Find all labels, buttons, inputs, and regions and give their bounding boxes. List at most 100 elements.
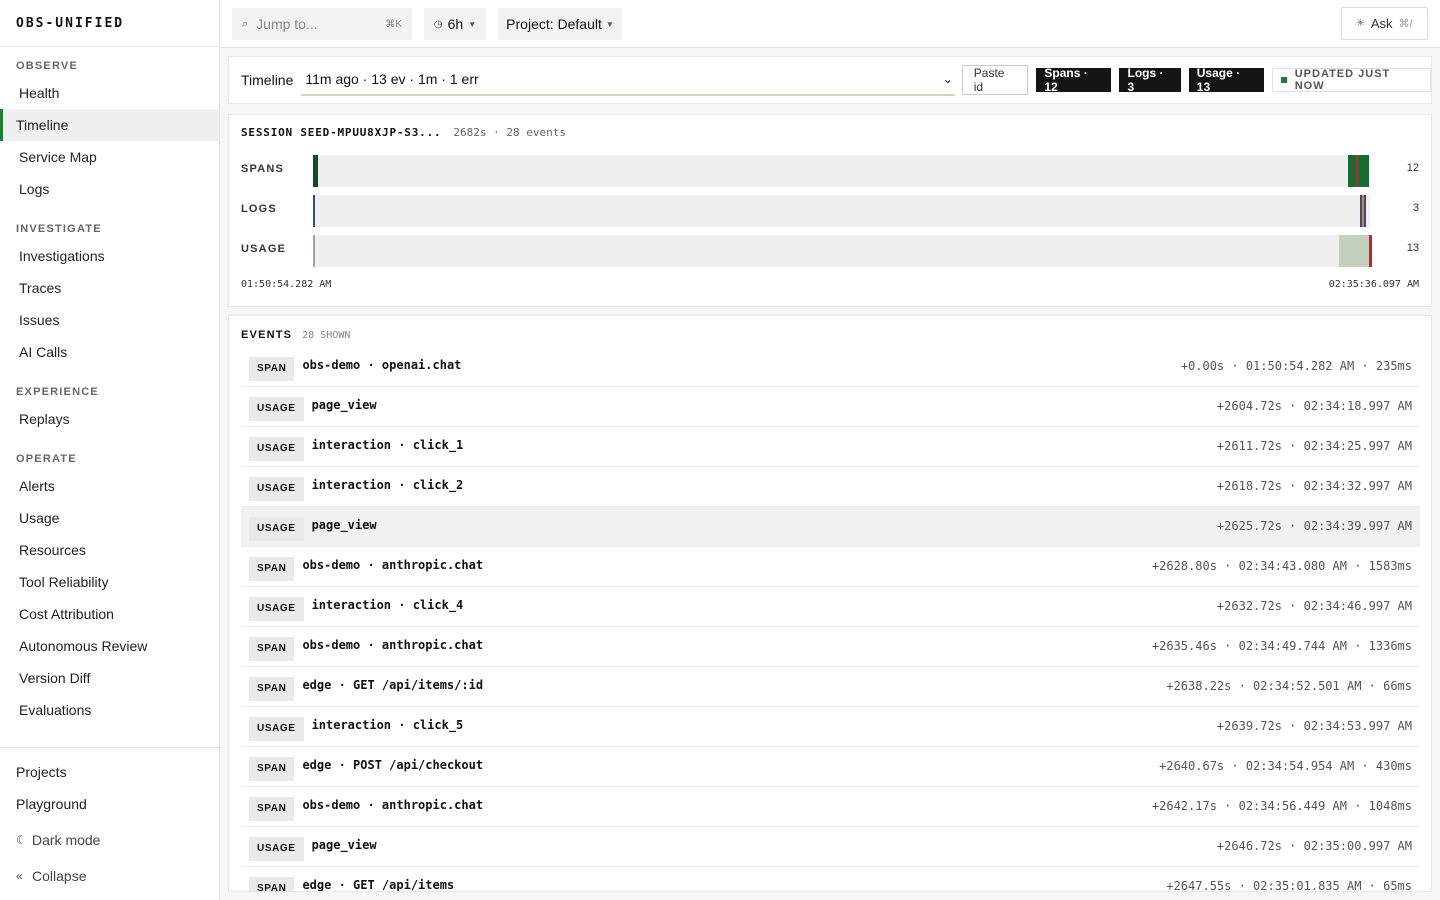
collapse-label: Collapse bbox=[32, 868, 87, 884]
event-timing: +2618.72s · 02:34:32.997 AM bbox=[1216, 479, 1412, 493]
event-row[interactable]: SPAN edge · POST /api/checkout +2640.67s ·… bbox=[241, 747, 1420, 787]
session-header: SESSION SEED-MPUU8XJP-S3... 2682s · 28 e… bbox=[241, 126, 566, 139]
event-timing: +2638.22s · 02:34:52.501 AM · 66ms bbox=[1166, 679, 1412, 693]
event-type-badge: SPAN bbox=[249, 756, 295, 781]
usage-mark[interactable] bbox=[313, 235, 315, 267]
event-timing: +2632.72s · 02:34:46.997 AM bbox=[1216, 599, 1412, 613]
event-row[interactable]: USAGE interaction · click_1 +2611.72s · 02… bbox=[241, 427, 1420, 467]
sidebar-item-investigations[interactable]: Investigations bbox=[0, 240, 219, 272]
event-row[interactable]: USAGE interaction · click_5 +2639.72s · 02… bbox=[241, 707, 1420, 747]
event-name: edge · GET /api/items/:id bbox=[302, 677, 484, 692]
sidebar-item-projects[interactable]: Projects bbox=[0, 756, 219, 788]
event-name: page_view bbox=[311, 517, 377, 532]
sidebar-item-playground[interactable]: Playground bbox=[0, 788, 219, 820]
sidebar-item-replays[interactable]: Replays bbox=[0, 403, 219, 435]
time-range-value: 6h bbox=[447, 16, 464, 32]
event-name: obs-demo · openai.chat bbox=[302, 357, 462, 372]
sidebar-item-timeline[interactable]: Timeline bbox=[0, 109, 219, 141]
sidebar-item-evaluations[interactable]: Evaluations bbox=[0, 694, 219, 726]
session-title: SESSION SEED-MPUU8XJP-S3... bbox=[241, 126, 442, 139]
event-name: obs-demo · anthropic.chat bbox=[302, 637, 484, 652]
events-header: EVENTS 28 SHOWN bbox=[241, 329, 350, 341]
event-row[interactable]: SPAN obs-demo · openai.chat +0.00s · 01:50… bbox=[241, 347, 1420, 387]
sparkle-icon: ✳ bbox=[1356, 18, 1365, 29]
dark-mode-label: Dark mode bbox=[32, 832, 101, 848]
event-timing: +0.00s · 01:50:54.282 AM · 235ms bbox=[1180, 359, 1412, 373]
sidebar-item-service-map[interactable]: Service Map bbox=[0, 141, 219, 173]
span-mark[interactable] bbox=[1348, 155, 1369, 187]
sidebar-item-health[interactable]: Health bbox=[0, 77, 219, 109]
event-name: page_view bbox=[311, 837, 377, 852]
collapse-button[interactable]: « Collapse bbox=[0, 860, 219, 892]
chevron-down-icon: ⌄ bbox=[942, 72, 953, 86]
event-row[interactable]: SPAN edge · GET /api/items +2647.55s · 02:… bbox=[241, 867, 1420, 892]
timeline-label: Timeline bbox=[241, 72, 294, 88]
event-row[interactable]: USAGE interaction · click_4 +2632.72s · 02… bbox=[241, 587, 1420, 627]
dark-mode-toggle[interactable]: ☾ Dark mode bbox=[0, 824, 219, 856]
lane-track-spans[interactable] bbox=[313, 155, 1370, 187]
sidebar-item-autonomous-review[interactable]: Autonomous Review bbox=[0, 630, 219, 662]
event-row[interactable]: SPAN obs-demo · anthropic.chat +2642.17s ·… bbox=[241, 787, 1420, 827]
session-overview: SESSION SEED-MPUU8XJP-S3... 2682s · 28 e… bbox=[228, 114, 1432, 307]
sidebar-item-resources[interactable]: Resources bbox=[0, 534, 219, 566]
event-row[interactable]: SPAN obs-demo · anthropic.chat +2628.80s ·… bbox=[241, 547, 1420, 587]
event-row[interactable]: SPAN edge · GET /api/items/:id +2638.22s ·… bbox=[241, 667, 1420, 707]
usage-mark[interactable] bbox=[1369, 235, 1372, 267]
lane-track-logs[interactable] bbox=[313, 195, 1370, 227]
session-meta: 2682s · 28 events bbox=[453, 126, 567, 139]
clock-icon: ◷ bbox=[433, 18, 443, 30]
usage-mark[interactable] bbox=[1339, 235, 1369, 267]
events-panel: EVENTS 28 SHOWN SPAN obs-demo · openai.ch… bbox=[228, 315, 1432, 892]
sidebar-item-tool-reliability[interactable]: Tool Reliability bbox=[0, 566, 219, 598]
search-icon: ⌕ bbox=[242, 17, 249, 30]
lane-track-usage[interactable] bbox=[313, 235, 1372, 267]
event-row[interactable]: SPAN obs-demo · anthropic.chat +2635.46s ·… bbox=[241, 627, 1420, 667]
log-mark[interactable] bbox=[1364, 195, 1366, 227]
event-name: interaction · click_2 bbox=[311, 477, 464, 492]
span-mark[interactable] bbox=[313, 155, 318, 187]
sidebar-item-cost-attribution[interactable]: Cost Attribution bbox=[0, 598, 219, 630]
jump-to-search[interactable]: ⌕ Jump to... ⌘K bbox=[232, 8, 412, 40]
event-row[interactable]: USAGE page_view +2604.72s · 02:34:18.997 A… bbox=[241, 387, 1420, 427]
timeline-end-time: 02:35:36.097 AM bbox=[1328, 279, 1419, 290]
lane-count-usage: 13 bbox=[1406, 242, 1419, 254]
caret-down-icon: ▼ bbox=[605, 19, 614, 29]
nav-section-title: OBSERVE bbox=[16, 60, 78, 72]
sidebar-item-ai-calls[interactable]: AI Calls bbox=[0, 336, 219, 368]
session-select-value: 11m ago · 13 ev · 1m · 1 err bbox=[305, 71, 479, 87]
event-timing: +2625.72s · 02:34:39.997 AM bbox=[1216, 519, 1412, 533]
event-type-badge: SPAN bbox=[249, 356, 295, 381]
lane-count-logs: 3 bbox=[1412, 202, 1419, 214]
spans-filter-pill[interactable]: Spans · 12 bbox=[1036, 66, 1112, 94]
sidebar-item-issues[interactable]: Issues bbox=[0, 304, 219, 336]
events-count: 28 SHOWN bbox=[302, 329, 351, 341]
logs-filter-pill[interactable]: Logs · 3 bbox=[1119, 66, 1181, 94]
event-name: obs-demo · anthropic.chat bbox=[302, 557, 484, 572]
session-select[interactable]: 11m ago · 13 ev · 1m · 1 err ⌄ bbox=[301, 64, 955, 96]
log-mark[interactable] bbox=[313, 195, 315, 227]
sidebar-item-alerts[interactable]: Alerts bbox=[0, 470, 219, 502]
time-range-select[interactable]: ◷ 6h ▼ bbox=[424, 8, 486, 40]
updated-text: UPDATED JUST NOW bbox=[1294, 68, 1391, 92]
sidebar-item-usage[interactable]: Usage bbox=[0, 502, 219, 534]
usage-filter-pill[interactable]: Usage · 13 bbox=[1188, 66, 1264, 94]
event-timing: +2604.72s · 02:34:18.997 AM bbox=[1216, 399, 1412, 413]
brand-logo: OBS-UNIFIED bbox=[0, 0, 219, 47]
timeline-start-time: 01:50:54.282 AM bbox=[241, 279, 332, 290]
paste-id-button[interactable]: Paste id bbox=[961, 65, 1029, 95]
double-chevron-left-icon: « bbox=[16, 869, 23, 883]
error-span-mark[interactable] bbox=[1356, 155, 1358, 187]
sidebar-item-version-diff[interactable]: Version Diff bbox=[0, 662, 219, 694]
ask-button[interactable]: ✳ Ask ⌘/ bbox=[1341, 7, 1428, 40]
event-name: obs-demo · anthropic.chat bbox=[302, 797, 484, 812]
event-row[interactable]: USAGE page_view +2625.72s · 02:34:39.997 A… bbox=[241, 507, 1420, 547]
event-name: edge · GET /api/items bbox=[302, 877, 455, 892]
nav-section-title: INVESTIGATE bbox=[16, 223, 102, 235]
project-select[interactable]: Project: Default ▼ bbox=[498, 8, 622, 40]
sidebar-item-logs[interactable]: Logs bbox=[0, 173, 219, 205]
event-row[interactable]: USAGE interaction · click_2 +2618.72s · 02… bbox=[241, 467, 1420, 507]
caret-down-icon: ▼ bbox=[468, 19, 477, 29]
events-title: EVENTS bbox=[241, 329, 293, 341]
event-row[interactable]: USAGE page_view +2646.72s · 02:35:00.997 A… bbox=[241, 827, 1420, 867]
sidebar-item-traces[interactable]: Traces bbox=[0, 272, 219, 304]
